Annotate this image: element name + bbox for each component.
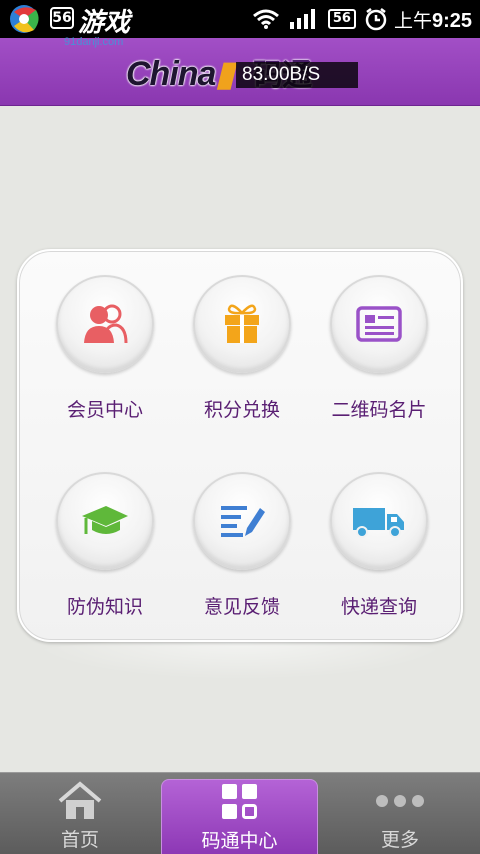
menu-item-express-tracking[interactable]: 快递查询	[309, 448, 449, 618]
panel-reflection	[28, 640, 452, 680]
status-icons: 56 上午9:25	[252, 0, 480, 38]
graduation-cap-icon	[82, 506, 128, 534]
clock-period: 上午	[393, 10, 432, 32]
more-dots-icon	[376, 795, 424, 807]
feedback-edit-icon	[221, 506, 265, 537]
signal-icon	[289, 9, 315, 29]
watermark-title: 游戏	[78, 8, 131, 38]
delivery-truck-icon	[353, 508, 404, 538]
members-button[interactable]	[56, 275, 154, 373]
menu-item-qr-card[interactable]: 二维码名片	[309, 251, 449, 421]
wifi-icon	[252, 9, 279, 29]
menu-label-qr-card: 二维码名片	[331, 399, 427, 421]
app-screen: 56 游戏 56 上午9:25 China▮ 83.00B/S 91danji.…	[0, 0, 480, 854]
menu-label-express-tracking: 快递查询	[340, 596, 417, 618]
status-bar: 56 游戏 56 上午9:25	[0, 0, 480, 38]
express-tracking-button[interactable]	[330, 472, 428, 570]
brand-overlay: ▮	[215, 55, 234, 93]
tab-more[interactable]: 更多	[320, 773, 480, 854]
tab-code-center[interactable]: 码通中心	[161, 779, 318, 854]
network-speed-overlay: 83.00B/S	[236, 62, 358, 88]
bottom-tab-bar: 首页 码通中心 更多	[0, 772, 480, 854]
qr-card-button[interactable]	[330, 275, 428, 373]
clock: 上午9:25	[394, 6, 472, 33]
menu-item-feedback[interactable]: 意见反馈	[172, 448, 312, 618]
points-exchange-button[interactable]	[193, 275, 291, 373]
grid-icon	[222, 784, 257, 819]
menu-label-feedback: 意见反馈	[203, 596, 280, 618]
tab-home-label: 首页	[60, 829, 99, 851]
clock-time: 9:25	[431, 9, 472, 32]
watermark-logo-icon	[10, 5, 39, 33]
tab-more-label: 更多	[380, 829, 419, 851]
brand-name: China	[126, 55, 216, 93]
notification-badge: 56	[50, 7, 74, 29]
menu-item-points-exchange[interactable]: 积分兑换	[172, 251, 312, 421]
home-icon	[58, 781, 102, 819]
menu-label-points-exchange: 积分兑换	[203, 399, 280, 421]
menu-panel: 会员中心 积分兑换 二维码名片 防伪知识 意见反馈 快递查询	[17, 249, 463, 642]
network-type-badge: 56	[327, 9, 356, 29]
menu-label-anti-counterfeit: 防伪知识	[66, 596, 143, 618]
tab-home[interactable]: 首页	[0, 773, 160, 854]
card-icon	[356, 306, 402, 342]
members-icon	[84, 304, 128, 344]
gift-icon	[225, 304, 259, 343]
feedback-button[interactable]	[193, 472, 291, 570]
menu-item-members[interactable]: 会员中心	[35, 251, 175, 421]
tab-code-center-label: 码通中心	[201, 830, 278, 852]
menu-item-anti-counterfeit[interactable]: 防伪知识	[35, 448, 175, 618]
watermark-url: 91danji.com	[64, 36, 124, 48]
alarm-clock-icon	[365, 8, 387, 31]
anti-counterfeit-button[interactable]	[56, 472, 154, 570]
menu-label-members: 会员中心	[66, 399, 143, 421]
